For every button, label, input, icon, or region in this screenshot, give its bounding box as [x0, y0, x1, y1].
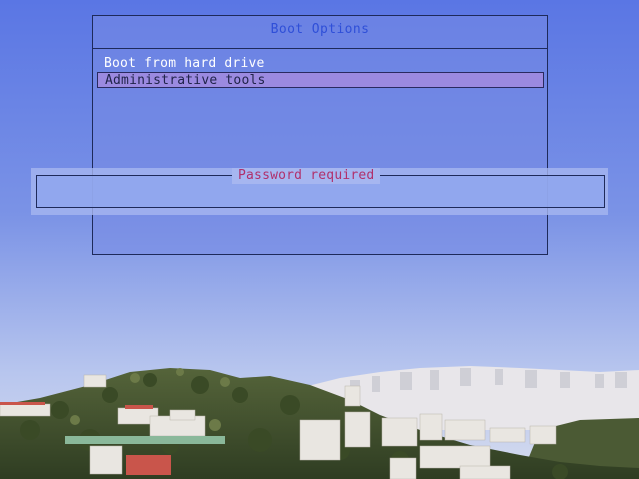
boot-options-list: Boot from hard drive Administrative tool… [97, 56, 544, 88]
menu-title: Boot Options [270, 22, 370, 37]
menu-title-divider [93, 48, 547, 49]
password-dialog-title: Password required [232, 168, 381, 184]
menu-item-administrative-tools[interactable]: Administrative tools [97, 72, 544, 88]
menu-item-boot-from-hard-drive[interactable]: Boot from hard drive [97, 56, 543, 72]
password-input[interactable] [40, 186, 600, 204]
boot-options-menu: Boot Options Boot from hard drive Admini… [92, 15, 548, 255]
